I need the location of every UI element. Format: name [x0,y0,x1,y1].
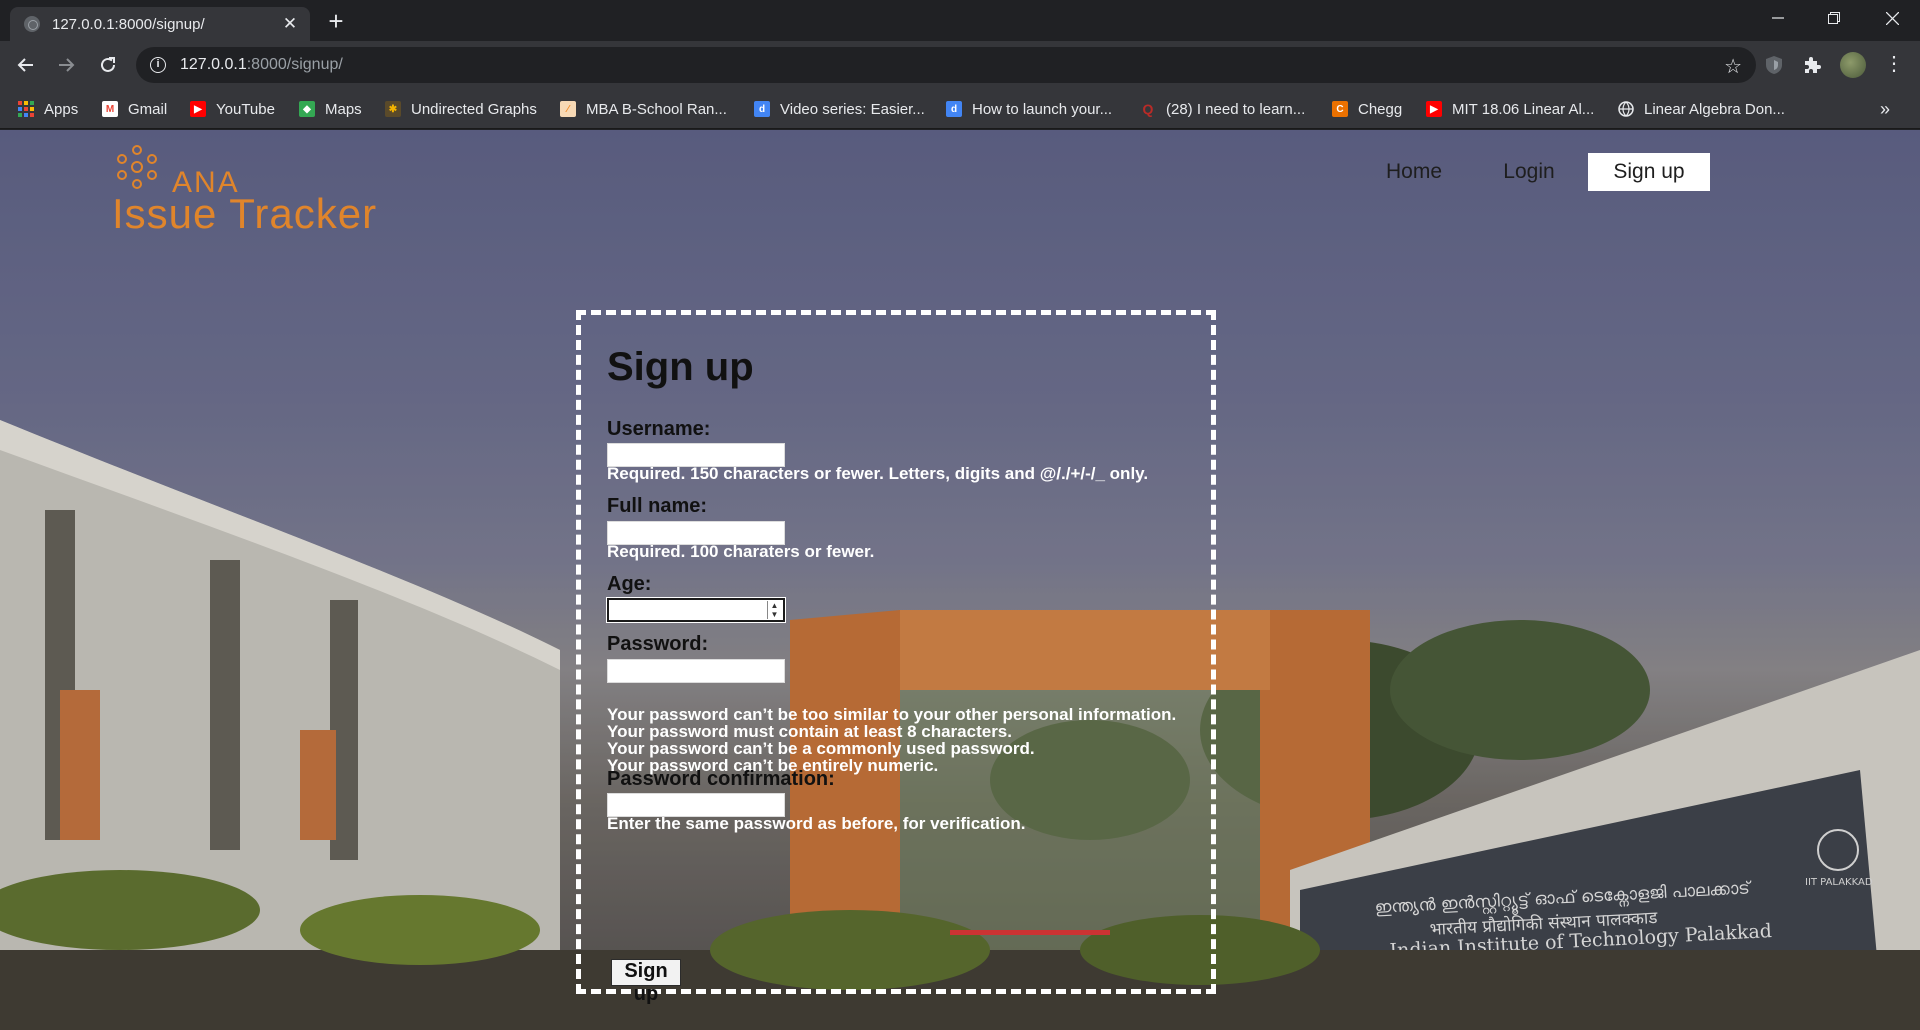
browser-menu-icon[interactable]: ⋮ [1882,53,1906,77]
address-bar[interactable]: i 127.0.0.1:8000/signup/ ☆ [136,47,1756,83]
chegg-icon: C [1332,101,1348,117]
nav-home-link[interactable]: Home [1368,153,1460,191]
browser-toolbar: i 127.0.0.1:8000/signup/ ☆ ⋮ [0,41,1920,89]
bookmark-label: Maps [325,100,362,118]
bookmark-quora[interactable]: Q (28) I need to learn... [1140,89,1306,129]
age-spinner-icon[interactable]: ▲ ▼ [767,601,781,619]
restore-window-button[interactable] [1806,0,1862,36]
signup-form: Sign up Username: Required. 150 characte… [576,310,1216,1005]
site-info-icon[interactable]: i [150,57,166,73]
bookmark-youtube[interactable]: ▶ YouTube [190,89,275,129]
reload-button[interactable] [94,51,122,79]
bookmark-mba[interactable]: ⁄ MBA B-School Ran... [560,89,727,129]
bookmark-video-series[interactable]: d Video series: Easier... [754,89,925,129]
globe-icon [1618,101,1634,117]
tab-favicon-icon [24,16,40,32]
bookmarks-bar: Apps M Gmail ▶ YouTube ◆ Maps ✱ Undirect… [0,89,1920,129]
extension-shield-button[interactable] [1760,51,1788,79]
bookmark-gmail[interactable]: M Gmail [102,89,167,129]
forward-button[interactable] [52,51,80,79]
gmail-icon: M [102,101,118,117]
age-label: Age: [607,573,652,595]
shield-icon [1766,56,1782,74]
bookmark-undirected-graphs[interactable]: ✱ Undirected Graphs [385,89,537,129]
extensions-button[interactable] [1798,51,1826,79]
form-title: Sign up [607,345,754,389]
bookmark-label: How to launch your... [972,100,1113,118]
maps-icon: ◆ [299,101,315,117]
back-arrow-icon [17,58,33,72]
youtube-icon: ▶ [1426,101,1442,117]
restore-icon [1828,12,1840,24]
minimize-icon [1772,17,1784,19]
youtube-icon: ▶ [190,101,206,117]
quora-icon: Q [1142,101,1154,117]
bookmark-label: (28) I need to learn... [1166,100,1306,118]
bookmark-label: Linear Algebra Don... [1644,100,1785,118]
bookmark-label: Gmail [128,100,168,118]
url-path: :8000/signup/ [246,56,343,73]
back-button[interactable] [12,51,40,79]
tab-strip: 127.0.0.1:8000/signup/ ✕ + [0,0,1920,41]
doc-icon: d [754,101,770,117]
reload-icon [101,57,115,72]
browser-tab[interactable]: 127.0.0.1:8000/signup/ ✕ [10,7,310,41]
bookmark-mit-linear[interactable]: ▶ MIT 18.06 Linear Al... [1426,89,1594,129]
fullname-label: Full name: [607,495,708,517]
url-host: 127.0.0.1 [180,56,247,73]
password-confirmation-label: Password confirmation: [607,768,835,790]
page-viewport: IIT PALAKKAD ഇന്ത്യൻ ഇൻസ്റ്റിറ്റ്യൂട്ട് … [0,130,1920,1030]
age-number-input[interactable] [606,597,786,623]
bookmark-label: Video series: Easier... [780,100,925,118]
sign-logo-text: IIT PALAKKAD [1805,877,1873,888]
apps-grid-icon [18,101,34,117]
graph-icon: ✱ [385,101,401,117]
bookmark-label: Chegg [1358,100,1403,118]
bookmark-star-icon[interactable]: ☆ [1724,54,1742,79]
doc-icon: d [946,101,962,117]
bookmark-apps[interactable]: Apps [18,89,78,129]
bookmark-label: Apps [44,100,79,118]
bookmark-linear-algebra[interactable]: Linear Algebra Don... [1618,89,1785,129]
forward-arrow-icon [59,58,75,72]
site-logo[interactable]: ANA Issue Tracker [112,142,472,237]
password-label: Password: [607,633,709,655]
signup-submit-button[interactable]: Sign up [611,959,681,1005]
close-icon [1885,11,1899,25]
more-bookmarks-button[interactable]: » [1880,89,1890,129]
bookmark-chegg[interactable]: C Chegg [1332,89,1402,129]
puzzle-piece-icon [1805,57,1821,73]
tab-title: 127.0.0.1:8000/signup/ [52,15,205,33]
username-help-text: Required. 150 characters or fewer. Lette… [607,464,1149,483]
password-input[interactable] [607,659,785,683]
profile-avatar[interactable] [1840,52,1866,78]
close-window-button[interactable] [1864,0,1920,36]
username-label: Username: [607,418,711,440]
bookmark-label: Undirected Graphs [411,100,537,118]
close-tab-icon[interactable]: ✕ [280,14,300,34]
chart-icon: ⁄ [560,101,576,117]
logo-title: Issue Tracker [112,190,378,237]
minimize-window-button[interactable] [1750,0,1806,36]
bookmark-label: YouTube [216,100,275,118]
bookmark-label: MBA B-School Ran... [586,100,727,118]
bookmark-label: MIT 18.06 Linear Al... [1452,100,1595,118]
fullname-help-text: Required. 100 charaters or fewer. [607,542,875,561]
logo-emblem-icon [117,145,157,189]
bookmark-maps[interactable]: ◆ Maps [299,89,362,129]
new-tab-button[interactable]: + [322,8,350,36]
nav-login-link[interactable]: Login [1488,153,1570,191]
bookmark-how-to-launch[interactable]: d How to launch your... [946,89,1112,129]
password-confirmation-help-text: Enter the same password as before, for v… [607,814,1026,833]
nav-signup-link[interactable]: Sign up [1588,153,1710,191]
